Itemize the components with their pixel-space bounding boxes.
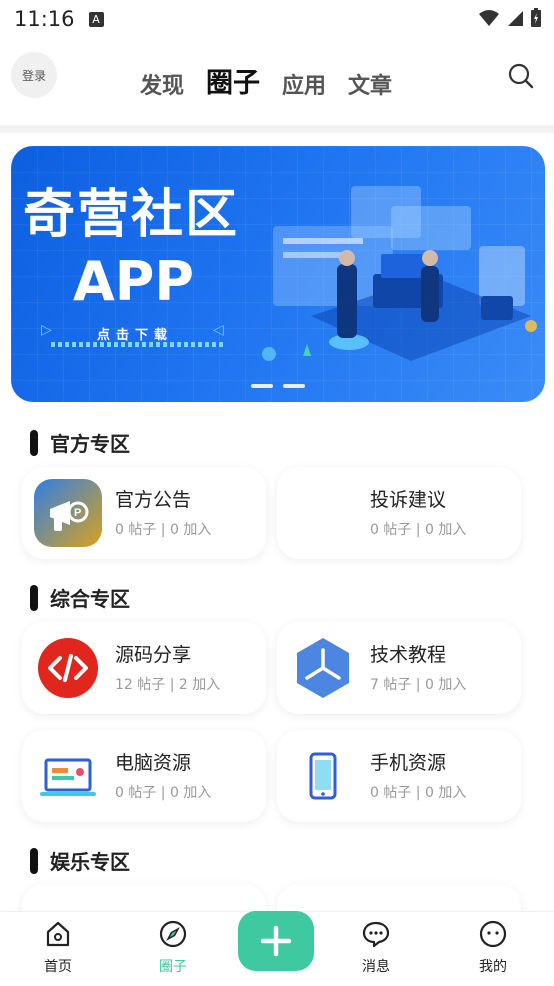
circle-meta: 0 帖子 | 0 加入 — [115, 785, 212, 801]
post-count: 12 帖子 — [115, 677, 166, 693]
circle-meta: 0 帖子 | 0 加入 — [115, 522, 212, 538]
post-count: 0 帖子 — [115, 785, 157, 801]
home-icon — [46, 921, 70, 947]
hexagon-icon — [297, 638, 349, 698]
post-count: 7 帖子 — [370, 677, 412, 693]
circle-name: 技术教程 — [370, 644, 447, 666]
tab-articles[interactable]: 文章 — [348, 68, 392, 100]
circle-meta: 0 帖子 | 0 加入 — [370, 785, 467, 801]
tab-discover[interactable]: 发现 — [140, 68, 184, 100]
circle-meta: 0 帖子 | 0 加入 — [370, 522, 467, 538]
tabbar-label: 首页 — [44, 959, 72, 975]
post-count: 0 帖子 — [115, 522, 157, 538]
promo-banner[interactable]: 奇营社区 APP ▷ 点击下载 ◁ — [11, 146, 545, 402]
carousel-dot[interactable] — [251, 384, 273, 388]
status-time: 11:16 — [14, 7, 75, 31]
section-header-general: 综合专区 — [30, 583, 130, 612]
chat-icon — [362, 921, 390, 948]
join-count: 2 加入 — [178, 677, 221, 693]
join-count: 0 加入 — [424, 785, 467, 801]
section-marker — [30, 429, 38, 456]
wifi-icon — [479, 10, 499, 26]
section-title: 官方专区 — [50, 432, 130, 456]
face-icon — [479, 920, 507, 948]
signal-icon — [508, 11, 523, 26]
laptop-icon — [40, 758, 96, 796]
header-divider — [0, 125, 554, 133]
circle-name: 手机资源 — [370, 752, 447, 774]
status-icons — [478, 8, 542, 28]
tab-circles[interactable]: 圈子 — [206, 61, 260, 100]
join-count: 0 加入 — [169, 785, 212, 801]
section-marker — [30, 847, 38, 874]
circle-name: 电脑资源 — [115, 752, 192, 774]
circle-name: 官方公告 — [115, 489, 192, 511]
battery-icon — [531, 8, 541, 27]
post-count: 0 帖子 — [370, 785, 412, 801]
create-post-button[interactable] — [238, 911, 314, 971]
post-count: 0 帖子 — [370, 522, 412, 538]
phone-icon — [309, 752, 337, 800]
banner-cta[interactable]: 点击下载 — [97, 324, 173, 343]
code-icon — [38, 638, 98, 698]
banner-subtitle: APP — [73, 250, 194, 313]
top-header: 登录 发现 圈子 应用 文章 — [0, 45, 554, 115]
tabbar-messages[interactable]: 消息 — [336, 920, 416, 976]
svg-text:P: P — [74, 507, 81, 519]
section-title: 综合专区 — [50, 587, 130, 611]
section-header-official: 官方专区 — [30, 428, 130, 457]
arrow-left-icon: ▷ — [41, 322, 52, 338]
circle-card-announcements[interactable]: P 官方公告 0 帖子 | 0 加入 — [22, 467, 266, 559]
circle-card-source-code[interactable]: 源码分享 12 帖子 | 2 加入 — [22, 622, 266, 714]
bottom-tab-bar: 首页 圈子 消息 我的 — [0, 911, 554, 986]
tabbar-circles[interactable]: 圈子 — [133, 920, 213, 976]
login-button[interactable]: 登录 — [11, 52, 57, 98]
tabbar-label: 消息 — [362, 959, 390, 975]
circle-name: 源码分享 — [115, 644, 192, 666]
circle-name: 投诉建议 — [370, 489, 447, 511]
circle-meta: 12 帖子 | 2 加入 — [115, 677, 221, 693]
compass-icon — [159, 920, 187, 948]
arrow-right-icon: ◁ — [213, 322, 224, 338]
circle-meta: 7 帖子 | 0 加入 — [370, 677, 467, 693]
circle-card-feedback[interactable]: 投诉建议 0 帖子 | 0 加入 — [277, 467, 521, 559]
banner-title: 奇营社区 — [23, 185, 240, 245]
section-header-entertainment: 娱乐专区 — [30, 846, 130, 875]
join-count: 0 加入 — [169, 522, 212, 538]
search-icon[interactable] — [508, 63, 534, 89]
section-title: 娱乐专区 — [50, 850, 130, 874]
plus-icon — [260, 925, 292, 957]
tabbar-profile[interactable]: 我的 — [453, 920, 533, 976]
circle-card-phone-resources[interactable]: 手机资源 0 帖子 | 0 加入 — [277, 730, 521, 822]
carousel-dot[interactable] — [283, 384, 305, 388]
circle-card-pc-resources[interactable]: 电脑资源 0 帖子 | 0 加入 — [22, 730, 266, 822]
section-marker — [30, 584, 38, 611]
status-bar: 11:16 A — [0, 0, 554, 38]
tabbar-label: 我的 — [479, 959, 507, 975]
join-count: 0 加入 — [424, 677, 467, 693]
notification-icon: A — [88, 11, 104, 27]
megaphone-icon: P — [34, 479, 102, 547]
join-count: 0 加入 — [424, 522, 467, 538]
tab-apps[interactable]: 应用 — [282, 68, 326, 100]
banner-stripe — [51, 342, 223, 347]
tabbar-label: 圈子 — [159, 959, 187, 975]
carousel-dots — [251, 384, 305, 388]
top-tabs: 发现 圈子 应用 文章 — [140, 61, 392, 100]
tabbar-home[interactable]: 首页 — [18, 920, 98, 976]
circle-card-tutorials[interactable]: 技术教程 7 帖子 | 0 加入 — [277, 622, 521, 714]
